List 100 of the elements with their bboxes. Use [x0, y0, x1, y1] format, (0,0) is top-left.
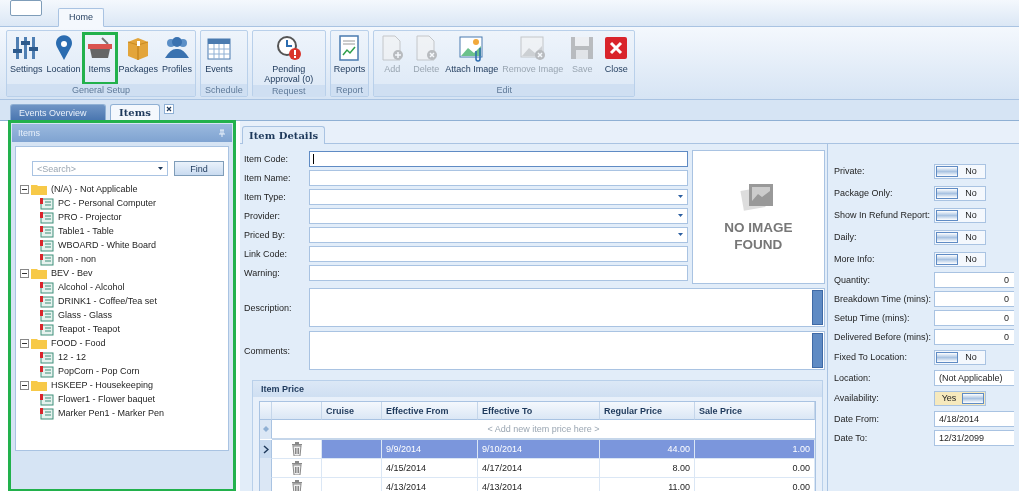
- tree-item[interactable]: Teapot - Teapot: [56, 324, 120, 334]
- tree-item[interactable]: Marker Pen1 - Marker Pen: [56, 408, 165, 418]
- ribbon-button[interactable]: Location: [44, 33, 83, 84]
- application-menu-button[interactable]: [10, 0, 42, 16]
- tree-item[interactable]: PopCorn - Pop Corn: [56, 366, 140, 376]
- tree-item[interactable]: Glass - Glass: [56, 310, 112, 320]
- table-cell: 44.00: [600, 440, 695, 459]
- field-label: Daily:: [834, 232, 858, 242]
- ribbon-tab[interactable]: Home: [58, 8, 104, 27]
- field-label: Date From:: [834, 413, 880, 424]
- trash-icon[interactable]: [290, 442, 303, 456]
- table-cell: 9/10/2014: [478, 440, 600, 459]
- tree-item[interactable]: DRINK1 - Coffee/Tea set: [56, 296, 157, 306]
- column-header[interactable]: Effective To: [478, 402, 600, 420]
- scrollbar[interactable]: [812, 290, 823, 325]
- text-area[interactable]: [309, 331, 825, 370]
- ribbon-button[interactable]: Settings: [8, 33, 45, 84]
- tree-item[interactable]: PC - Personal Computer: [56, 198, 157, 208]
- ribbon-button[interactable]: Packages: [116, 33, 161, 84]
- collapse-icon[interactable]: [20, 268, 29, 278]
- tree-item[interactable]: non - non: [56, 254, 97, 264]
- tree-item[interactable]: (N/A) - Not Applicable: [49, 184, 138, 194]
- number-field[interactable]: 0: [934, 271, 1014, 288]
- remove-image-icon: [518, 34, 547, 62]
- dropdown-field[interactable]: [309, 207, 688, 224]
- dropdown-arrow-icon: [677, 195, 683, 198]
- column-header[interactable]: Cruise: [322, 402, 382, 420]
- ribbon-button[interactable]: Events: [202, 33, 237, 84]
- field-label: Package Only:: [834, 188, 894, 198]
- folder-icon: [31, 183, 47, 195]
- text-area[interactable]: [309, 288, 825, 327]
- tree-item[interactable]: WBOARD - White Board: [56, 240, 157, 250]
- toggle-switch[interactable]: No: [934, 251, 986, 267]
- folder-icon: [31, 337, 47, 349]
- ribbon-button[interactable]: Pending Approval (0): [253, 33, 324, 85]
- input-field[interactable]: [309, 169, 688, 186]
- field-label: Item Code:: [244, 153, 290, 164]
- tree-item[interactable]: BEV - Bev: [49, 268, 93, 278]
- trash-icon[interactable]: [290, 461, 303, 475]
- dropdown-field[interactable]: [309, 226, 688, 243]
- number-field[interactable]: 0: [934, 309, 1014, 326]
- detail-tab[interactable]: Item Details: [242, 126, 326, 144]
- item-icon: [38, 294, 54, 308]
- group-label: Schedule: [201, 84, 247, 96]
- ribbon-button[interactable]: Close: [599, 33, 634, 84]
- field-label: Private:: [834, 166, 866, 176]
- tree-item[interactable]: Table1 - Table: [56, 226, 114, 236]
- collapse-icon[interactable]: [20, 184, 29, 194]
- row-indicator[interactable]: [260, 440, 272, 459]
- current-row-icon: [262, 444, 269, 454]
- column-header[interactable]: Regular Price: [600, 402, 695, 420]
- dropdown-field[interactable]: 4/18/2014: [934, 410, 1014, 427]
- document-tab[interactable]: Events Overview: [10, 104, 106, 120]
- tree-item[interactable]: Flower1 - Flower baquet: [56, 394, 156, 404]
- tree-item[interactable]: FOOD - Food: [49, 338, 106, 348]
- scrollbar[interactable]: [812, 333, 823, 368]
- input-field[interactable]: [309, 245, 688, 262]
- field-label: Delivered Before (mins):: [834, 331, 933, 342]
- document-tab[interactable]: Items: [110, 104, 160, 120]
- item-icon: [38, 322, 54, 336]
- input-field[interactable]: [309, 264, 688, 281]
- ribbon-button[interactable]: Attach Image: [443, 33, 501, 84]
- number-field[interactable]: 0: [934, 290, 1014, 307]
- trash-icon[interactable]: [290, 480, 303, 491]
- tree-item[interactable]: Alcohol - Alcohol: [56, 282, 125, 292]
- number-field[interactable]: 0: [934, 328, 1014, 345]
- tree-item[interactable]: 12 - 12: [56, 352, 87, 362]
- find-button[interactable]: Find: [174, 161, 224, 176]
- field-label: Date To:: [834, 432, 869, 443]
- column-header[interactable]: Effective From: [382, 402, 478, 420]
- clock-icon: [274, 34, 303, 62]
- field-label: More Info:: [834, 254, 876, 264]
- toggle-switch[interactable]: Yes: [934, 390, 986, 406]
- tree-item[interactable]: HSKEEP - Housekeeping: [49, 380, 153, 390]
- field-label: Setup Time (mins):: [834, 312, 911, 323]
- column-header[interactable]: Sale Price: [695, 402, 815, 420]
- ribbon-button[interactable]: Profiles: [160, 33, 195, 84]
- sliders-icon: [12, 34, 41, 62]
- table-cell: 9/9/2014: [382, 440, 478, 459]
- group-label: Request: [252, 85, 325, 97]
- dropdown-field[interactable]: [309, 188, 688, 205]
- close-icon[interactable]: [163, 104, 174, 114]
- toggle-switch[interactable]: No: [934, 229, 986, 245]
- ribbon-button[interactable]: Reports: [331, 33, 368, 84]
- ribbon-button[interactable]: Items: [82, 33, 117, 84]
- field-label: Provider:: [244, 210, 281, 221]
- table-cell: 0.00: [695, 459, 815, 478]
- toggle-switch[interactable]: No: [934, 185, 986, 201]
- collapse-icon[interactable]: [20, 380, 29, 390]
- collapse-icon[interactable]: [20, 338, 29, 348]
- dropdown-field[interactable]: 12/31/2099: [934, 429, 1014, 446]
- toggle-switch[interactable]: No: [934, 207, 986, 223]
- input-field[interactable]: [309, 150, 688, 167]
- toggle-switch[interactable]: No: [934, 349, 986, 365]
- tree-item[interactable]: PRO - Projector: [56, 212, 122, 222]
- table-cell: 4/17/2014: [478, 459, 600, 478]
- table-cell: 11.00: [600, 478, 695, 491]
- toggle-switch[interactable]: No: [934, 163, 986, 179]
- group-label: General Setup: [7, 84, 196, 96]
- dropdown-field[interactable]: (Not Applicable): [934, 369, 1014, 386]
